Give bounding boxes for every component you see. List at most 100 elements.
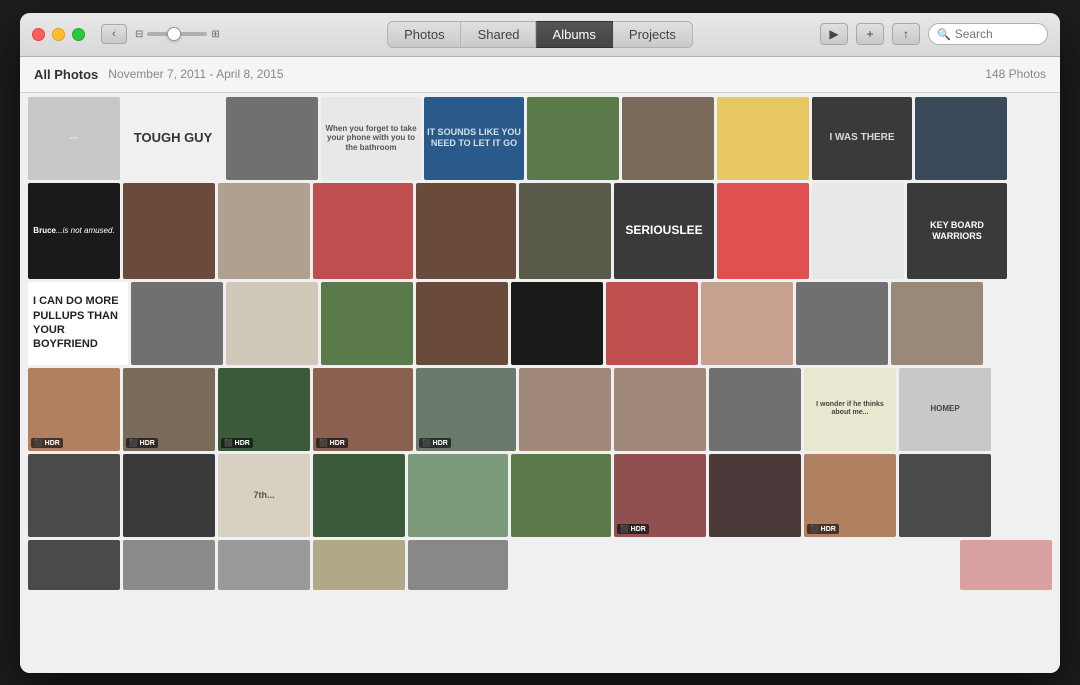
photo-cell[interactable] bbox=[131, 282, 223, 365]
photo-thumb bbox=[408, 540, 508, 590]
photo-cell[interactable]: ··· bbox=[28, 97, 120, 180]
photo-cell[interactable] bbox=[796, 282, 888, 365]
photo-cell[interactable]: I wonder if he thinks about me... bbox=[804, 368, 896, 451]
photo-cell[interactable] bbox=[519, 368, 611, 451]
back-button[interactable]: ‹ bbox=[101, 24, 127, 44]
photo-cell[interactable] bbox=[123, 454, 215, 537]
photo-cell[interactable]: НОМЕР bbox=[899, 368, 991, 451]
photo-cell[interactable] bbox=[717, 97, 809, 180]
photo-thumb bbox=[511, 454, 611, 537]
zoom-slider-thumb[interactable] bbox=[167, 27, 181, 41]
photo-thumb bbox=[622, 97, 714, 180]
close-button[interactable] bbox=[32, 28, 45, 41]
photo-row: ⬛ HDR ⬛ HDR ⬛ HDR ⬛ HDR ⬛ HDR bbox=[28, 368, 1052, 451]
all-photos-label: All Photos bbox=[34, 67, 98, 82]
photo-cell[interactable]: IT SOUNDS LIKE YOU NEED TO LET IT GO bbox=[424, 97, 524, 180]
tab-photos[interactable]: Photos bbox=[387, 21, 461, 48]
hdr-badge: ⬛ HDR bbox=[617, 524, 649, 534]
photo-thumb bbox=[519, 183, 611, 279]
photo-thumb bbox=[891, 282, 983, 365]
photo-cell[interactable]: ⬛ HDR bbox=[313, 368, 413, 451]
photo-thumb bbox=[408, 454, 508, 537]
photo-cell[interactable] bbox=[606, 282, 698, 365]
photo-cell[interactable] bbox=[709, 368, 801, 451]
photo-cell[interactable] bbox=[812, 183, 904, 279]
photo-cell[interactable]: ⬛ HDR bbox=[218, 368, 310, 451]
photo-cell[interactable] bbox=[511, 454, 611, 537]
share-icon: ↑ bbox=[903, 27, 909, 41]
photo-cell[interactable] bbox=[226, 97, 318, 180]
navigation-tabs: Photos Shared Albums Projects bbox=[387, 21, 693, 48]
photo-cell[interactable] bbox=[28, 454, 120, 537]
photo-row: Bruce...is not amused. SERIOUSLEE bbox=[28, 183, 1052, 279]
photo-cell[interactable] bbox=[416, 282, 508, 365]
photo-cell[interactable]: I CAN DO MORE PULLUPS THAN YOUR BOYFRIEN… bbox=[28, 282, 128, 365]
photo-thumb: TOUGH GUY bbox=[123, 97, 223, 180]
photo-thumb bbox=[527, 97, 619, 180]
photo-cell[interactable] bbox=[416, 183, 516, 279]
play-button[interactable]: ▶ bbox=[820, 23, 848, 45]
photo-row: I CAN DO MORE PULLUPS THAN YOUR BOYFRIEN… bbox=[28, 282, 1052, 365]
traffic-lights bbox=[32, 28, 85, 41]
search-input[interactable] bbox=[955, 27, 1045, 41]
photo-cell[interactable] bbox=[218, 540, 310, 590]
photo-cell[interactable] bbox=[408, 454, 508, 537]
photo-cell[interactable] bbox=[891, 282, 983, 365]
photo-cell[interactable]: Bruce...is not amused. bbox=[28, 183, 120, 279]
zoom-slider-track[interactable] bbox=[147, 32, 207, 36]
photo-cell[interactable]: ⬛ HDR bbox=[123, 368, 215, 451]
photo-cell[interactable]: I WAS THERE bbox=[812, 97, 912, 180]
photo-cell[interactable] bbox=[408, 540, 508, 590]
photo-thumb bbox=[614, 368, 706, 451]
photo-cell[interactable] bbox=[915, 97, 1007, 180]
photo-cell[interactable] bbox=[519, 183, 611, 279]
photo-cell[interactable]: ⬛ HDR bbox=[28, 368, 120, 451]
photo-cell[interactable] bbox=[123, 183, 215, 279]
photo-cell[interactable]: TOUGH GUY bbox=[123, 97, 223, 180]
photo-cell[interactable]: ⬛ HDR bbox=[416, 368, 516, 451]
photo-cell[interactable] bbox=[709, 454, 801, 537]
photo-cell[interactable]: ⬛ HDR bbox=[614, 454, 706, 537]
photo-cell[interactable] bbox=[717, 183, 809, 279]
photo-cell[interactable]: ⬛ HDR bbox=[804, 454, 896, 537]
photo-cell[interactable]: SERIOUSLEE bbox=[614, 183, 714, 279]
photo-thumb bbox=[313, 454, 405, 537]
photo-thumb: I WAS THERE bbox=[812, 97, 912, 180]
photo-cell[interactable] bbox=[313, 183, 413, 279]
photo-cell[interactable] bbox=[899, 454, 991, 537]
tab-projects[interactable]: Projects bbox=[613, 21, 693, 48]
photo-cell[interactable] bbox=[218, 183, 310, 279]
minimize-button[interactable] bbox=[52, 28, 65, 41]
tab-albums[interactable]: Albums bbox=[537, 21, 613, 48]
photo-thumb bbox=[313, 540, 405, 590]
photo-cell[interactable] bbox=[28, 540, 120, 590]
photo-cell[interactable] bbox=[226, 282, 318, 365]
share-button[interactable]: ↑ bbox=[892, 23, 920, 45]
hdr-badge: ⬛ HDR bbox=[126, 438, 158, 448]
photo-cell[interactable] bbox=[614, 368, 706, 451]
photo-cell[interactable] bbox=[622, 97, 714, 180]
photo-cell[interactable] bbox=[527, 97, 619, 180]
maximize-button[interactable] bbox=[72, 28, 85, 41]
photo-cell[interactable]: KEY BOARDWARRIORS bbox=[907, 183, 1007, 279]
tab-shared[interactable]: Shared bbox=[462, 21, 537, 48]
search-box[interactable]: 🔍 bbox=[928, 23, 1048, 45]
photo-thumb bbox=[701, 282, 793, 365]
photo-cell[interactable]: 7th... bbox=[218, 454, 310, 537]
photo-cell[interactable] bbox=[701, 282, 793, 365]
hdr-badge: ⬛ HDR bbox=[31, 438, 63, 448]
add-button[interactable]: + bbox=[856, 23, 884, 45]
photo-count-label: 148 Photos bbox=[985, 67, 1046, 81]
photo-cell[interactable]: When you forget to take your phone with … bbox=[321, 97, 421, 180]
photo-row: ··· TOUGH GUY When you forget to take yo… bbox=[28, 97, 1052, 180]
photo-cell[interactable] bbox=[960, 540, 1052, 590]
photo-cell[interactable] bbox=[321, 282, 413, 365]
photo-thumb bbox=[131, 282, 223, 365]
zoom-out-icon: ⊟ bbox=[135, 29, 143, 40]
photo-cell[interactable] bbox=[313, 454, 405, 537]
photo-cell[interactable] bbox=[313, 540, 405, 590]
zoom-slider-area: ⊟ ⊞ bbox=[135, 29, 220, 40]
photo-cell[interactable] bbox=[511, 282, 603, 365]
photo-cell[interactable] bbox=[123, 540, 215, 590]
photo-grid[interactable]: ··· TOUGH GUY When you forget to take yo… bbox=[20, 93, 1060, 673]
